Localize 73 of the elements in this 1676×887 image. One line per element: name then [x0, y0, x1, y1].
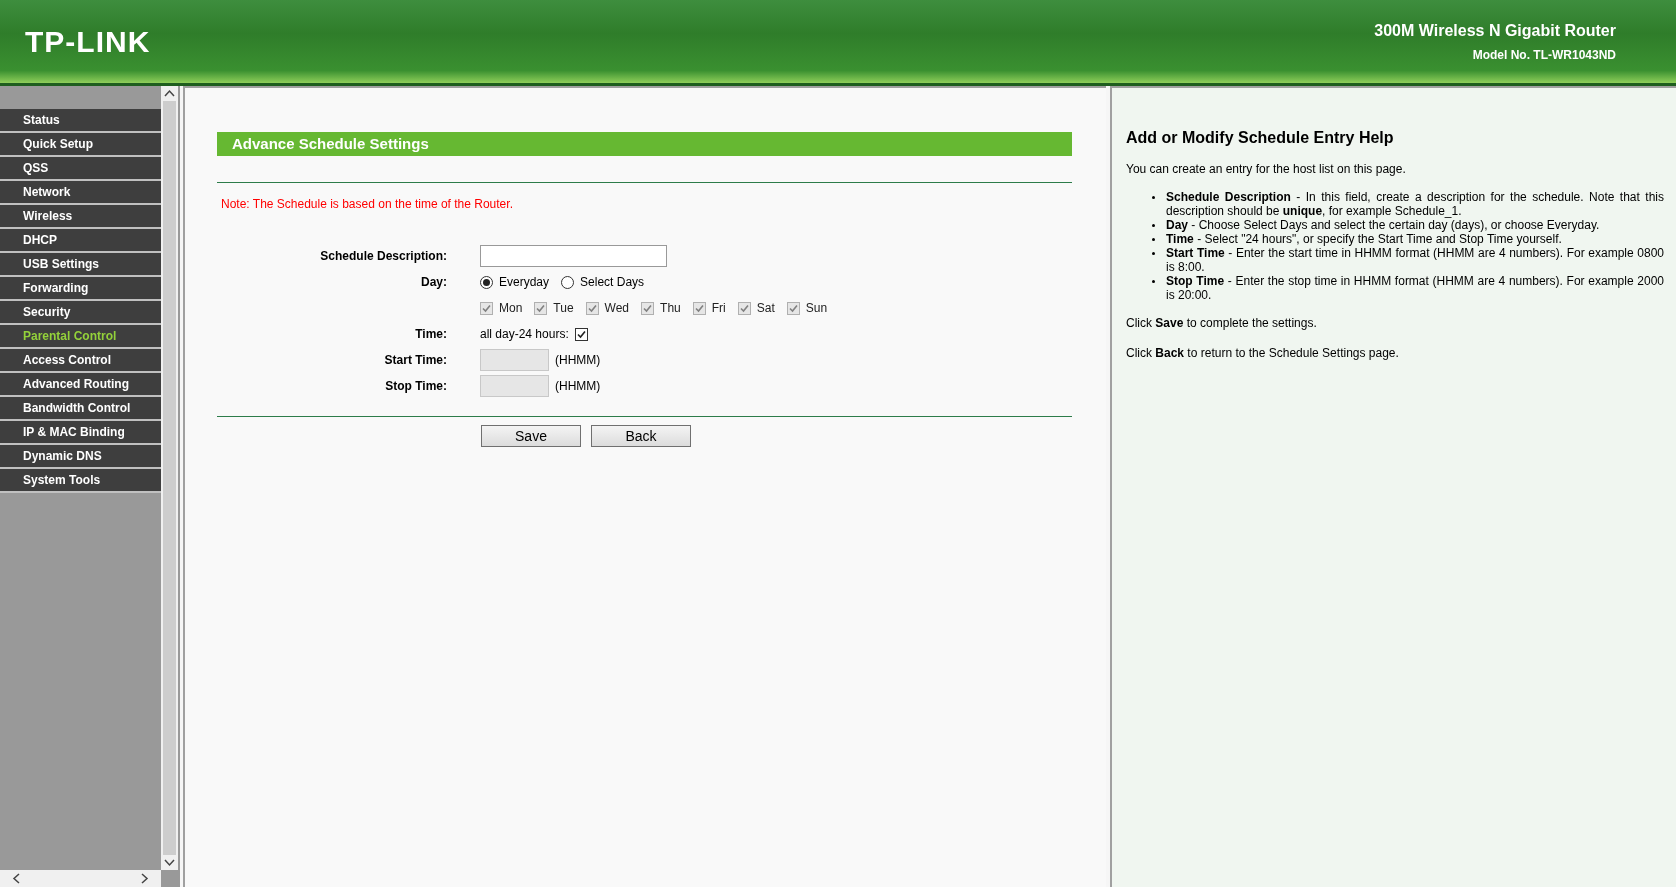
radio-label: Everyday	[499, 274, 550, 291]
radio-label: Select Days	[580, 274, 645, 291]
sidebar-item[interactable]: DHCP	[0, 229, 161, 253]
day-label: Thu	[660, 300, 681, 317]
sidebar-item[interactable]: Forwarding	[0, 277, 161, 301]
checkmark-icon	[587, 303, 597, 313]
day-label: Tue	[553, 300, 574, 317]
bullet-icon	[1152, 224, 1155, 227]
checkmark-icon	[576, 329, 586, 339]
field-label: Schedule Description:	[320, 249, 447, 263]
scroll-thumb[interactable]	[163, 101, 176, 855]
help-text: Click Back to return to the Schedule Settings page.	[1126, 345, 1400, 362]
section-title: Advance Schedule Settings	[217, 132, 1072, 156]
logo: TP-LINK	[25, 24, 151, 60]
horizontal-scrollbar[interactable]	[0, 870, 161, 887]
help-item: Day - Choose Select Days and select the certain day (days), or choose Everyday.	[1166, 218, 1600, 232]
day-label: Fri	[711, 300, 726, 317]
format-hint: (HHMM)	[555, 352, 601, 369]
back-button[interactable]: Back	[591, 425, 691, 447]
scrollbar[interactable]	[161, 86, 178, 870]
sidebar-item[interactable]: System Tools	[0, 469, 161, 493]
scroll-down-icon[interactable]	[164, 859, 175, 867]
sidebar-item[interactable]: QSS	[0, 157, 161, 181]
help-text: Click Save to complete the settings.	[1126, 315, 1318, 332]
field-label: Start Time:	[384, 353, 447, 367]
bullet-icon	[1152, 252, 1155, 255]
note-text: Note: The Schedule is based on the time of the Router.	[221, 197, 513, 211]
bullet-icon	[1152, 280, 1155, 283]
scroll-up-icon[interactable]	[164, 89, 175, 97]
day-label: Sat	[756, 300, 775, 317]
field-label: Stop Time:	[385, 379, 447, 393]
checkmark-icon	[788, 303, 798, 313]
help-item: Schedule Description - In this field, create a description for the schedule. Note that this description should be unique, for example Schedule_1.	[1166, 190, 1664, 218]
description-input[interactable]	[480, 245, 667, 267]
day-label: Sun	[805, 300, 828, 317]
checkmark-icon	[694, 303, 704, 313]
sidebar-item[interactable]: Dynamic DNS	[0, 445, 161, 469]
sidebar-item[interactable]: Access Control	[0, 349, 161, 373]
day-label: Wed	[604, 300, 630, 317]
help-item: Time - Select "24 hours", or specify the Start Time and Stop Time yourself.	[1166, 232, 1562, 246]
scroll-right-icon[interactable]	[141, 873, 149, 884]
sidebar-item[interactable]: Security	[0, 301, 161, 325]
format-hint: (HHMM)	[555, 378, 601, 395]
sidebar-item[interactable]: IP & MAC Binding	[0, 421, 161, 445]
radio-button[interactable]	[561, 275, 575, 289]
sidebar-item[interactable]: Network	[0, 181, 161, 205]
sidebar-item[interactable]: Advanced Routing	[0, 373, 161, 397]
help-title: Add or Modify Schedule Entry Help	[1126, 128, 1395, 148]
product-name: 300M Wireless N Gigabit Router	[1374, 21, 1616, 41]
save-button[interactable]: Save	[481, 425, 581, 447]
sidebar-item[interactable]: Parental Control	[0, 325, 161, 349]
sidebar-item[interactable]: Status	[0, 109, 161, 133]
checkmark-icon	[536, 303, 546, 313]
scroll-left-icon[interactable]	[12, 873, 20, 884]
checkbox[interactable]	[574, 327, 588, 341]
checkmark-icon	[739, 303, 749, 313]
bullet-icon	[1152, 238, 1155, 241]
help-item: Start Time - Enter the start time in HHMM format (HHMM are 4 numbers). For example 0800 is 8:00.	[1166, 246, 1664, 274]
help-item: Stop Time - Enter the stop time in HHMM format (HHMM are 4 numbers). For example 2000 is 20:00.	[1166, 274, 1664, 302]
field-label: Time:	[415, 327, 447, 341]
sidebar-item[interactable]: USB Settings	[0, 253, 161, 277]
sidebar-item[interactable]: Bandwidth Control	[0, 397, 161, 421]
radio-button[interactable]	[480, 275, 493, 289]
bullet-icon	[1152, 196, 1155, 199]
field-label: Day:	[421, 275, 447, 289]
checkmark-icon	[482, 303, 491, 313]
checkmark-icon	[643, 303, 653, 313]
sidebar-item[interactable]: Quick Setup	[0, 133, 161, 157]
help-intro: You can create an entry for the host list on this page.	[1126, 161, 1407, 178]
allday-label: all day-24 hours:	[480, 326, 569, 343]
model-number: Model No. TL-WR1043ND	[1472, 47, 1616, 64]
sidebar-item[interactable]: Wireless	[0, 205, 161, 229]
day-label: Mon	[499, 300, 523, 317]
